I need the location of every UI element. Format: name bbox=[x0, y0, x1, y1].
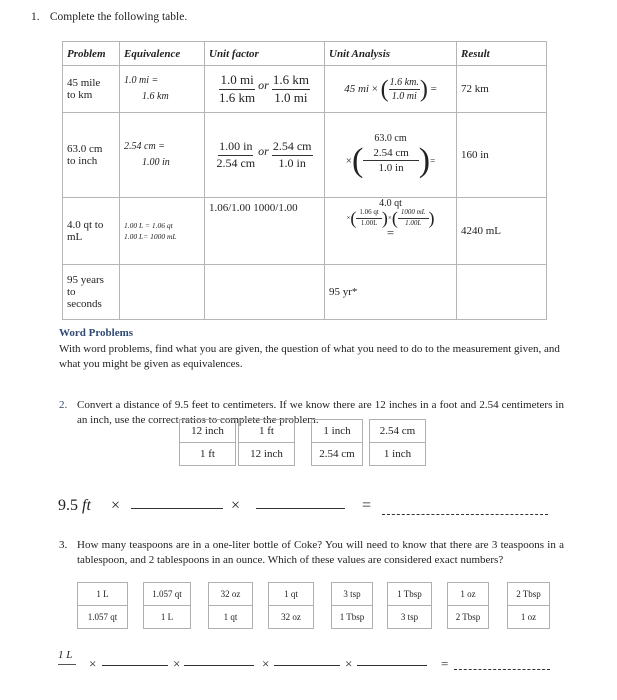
answer-blank[interactable] bbox=[131, 508, 223, 509]
answer-blank[interactable] bbox=[274, 665, 340, 666]
ratio-card[interactable]: 1.057 qt 1 L bbox=[143, 582, 191, 629]
header-problem: Problem bbox=[62, 41, 120, 66]
question-text: Complete the following table. bbox=[49, 11, 188, 23]
table-row: 95 years to seconds 95 yr* bbox=[62, 264, 547, 320]
equivalence-cell[interactable]: 1.00 L = 1.06 qt 1.00 L= 1000 mL bbox=[119, 197, 205, 265]
equals-symbol: = bbox=[441, 656, 449, 671]
table-row: 45 mile to km 1.0 mi = 1.6 km 1.0 mi 1.6… bbox=[62, 65, 547, 113]
unit-factor-a: 1.00 in 2.54 cm bbox=[216, 139, 256, 170]
section-intro: With word problems, find what you are gi… bbox=[59, 343, 560, 370]
times-symbol: × bbox=[231, 497, 241, 514]
question-number: 2. bbox=[59, 399, 68, 411]
fraction-bar bbox=[58, 664, 76, 665]
section-heading: Word Problems bbox=[59, 327, 134, 339]
unit-analysis-cell[interactable]: 95 yr* bbox=[324, 264, 457, 320]
ratio-card[interactable]: 3 tsp 1 Tbsp bbox=[331, 582, 373, 629]
result-cell[interactable]: 160 in bbox=[456, 112, 547, 198]
answer-blank[interactable] bbox=[256, 508, 345, 509]
ratio-card[interactable]: 1 ft 12 inch bbox=[238, 419, 295, 466]
result-blank[interactable] bbox=[382, 514, 548, 515]
question-1-prompt: 1. Complete the following table. bbox=[31, 11, 187, 23]
question-text: How many teaspoons are in a one-liter bo… bbox=[77, 539, 564, 566]
ratio-card[interactable]: 2 Tbsp 1 oz bbox=[507, 582, 550, 629]
times-symbol: × bbox=[345, 656, 353, 671]
result-cell[interactable]: 4240 mL bbox=[456, 197, 547, 265]
unit-factor-a: 1.0 mi 1.6 km bbox=[219, 72, 256, 105]
equation-start: 1 L bbox=[58, 649, 73, 661]
answer-blank[interactable] bbox=[184, 665, 254, 666]
equivalence-cell[interactable]: 2.54 cm = 1.00 in bbox=[119, 112, 205, 198]
problem-cell[interactable]: 4.0 qt to mL bbox=[62, 197, 120, 265]
table-row: 63.0 cm to inch 2.54 cm = 1.00 in 1.00 i… bbox=[62, 112, 547, 198]
problem-cell[interactable]: 63.0 cm to inch bbox=[62, 112, 120, 198]
table-header-row: Problem Equivalence Unit factor Unit Ana… bbox=[62, 41, 547, 66]
question-number: 3. bbox=[59, 539, 68, 551]
header-unit-factor: Unit factor bbox=[204, 41, 325, 66]
times-symbol: × bbox=[89, 656, 97, 671]
question-number: 1. bbox=[31, 11, 40, 23]
result-blank[interactable] bbox=[454, 669, 550, 670]
unit-factor-cell[interactable]: 1.0 mi 1.6 km or 1.6 km 1.0 mi bbox=[204, 65, 325, 113]
unit-factor-b: 2.54 cm 1.0 in bbox=[271, 139, 313, 170]
ratio-card[interactable]: 1 L 1.057 qt bbox=[77, 582, 128, 629]
question-3-prompt: 3. How many teaspoons are in a one-liter… bbox=[59, 538, 564, 568]
equivalence-cell[interactable]: 1.0 mi = 1.6 km bbox=[119, 65, 205, 113]
header-result: Result bbox=[456, 41, 547, 66]
ratio-card[interactable]: 1 oz 2 Tbsp bbox=[447, 582, 489, 629]
answer-blank[interactable] bbox=[357, 665, 427, 666]
ratio-card[interactable]: 2.54 cm 1 inch bbox=[369, 419, 426, 466]
equals-symbol: = bbox=[362, 497, 372, 514]
table-row: 4.0 qt to mL 1.00 L = 1.06 qt 1.00 L= 10… bbox=[62, 197, 547, 265]
header-equivalence: Equivalence bbox=[119, 41, 205, 66]
header-unit-analysis: Unit Analysis bbox=[324, 41, 457, 66]
unit-factor-cell[interactable] bbox=[204, 264, 325, 320]
unit-analysis-cell[interactable]: 63.0 cm × ( 2.54 cm 1.0 in ) = bbox=[324, 112, 457, 198]
unit-factor-b: 1.6 km 1.0 mi bbox=[271, 72, 310, 105]
equivalence-cell[interactable] bbox=[119, 264, 205, 320]
unit-factor-cell[interactable]: 1.00 in 2.54 cm or 2.54 cm 1.0 in bbox=[204, 112, 325, 198]
unit-analysis-cell[interactable]: 45 mi × ( 1.6 km. 1.0 mi ) = bbox=[324, 65, 457, 113]
equation-start: 9.5 ft bbox=[58, 497, 91, 514]
result-cell[interactable]: 72 km bbox=[456, 65, 547, 113]
ratio-card[interactable]: 1 inch 2.54 cm bbox=[311, 419, 363, 466]
ratio-card[interactable]: 1 qt 32 oz bbox=[268, 582, 314, 629]
answer-blank[interactable] bbox=[102, 665, 168, 666]
ratio-card[interactable]: 32 oz 1 qt bbox=[208, 582, 253, 629]
ratio-card[interactable]: 1 Tbsp 3 tsp bbox=[387, 582, 432, 629]
unit-analysis-cell[interactable]: 4.0 qt × ( 1.06 qt 1.00L ) × ( 1000 mL 1… bbox=[324, 197, 457, 265]
ratio-card[interactable]: 12 inch 1 ft bbox=[179, 419, 236, 466]
conversion-table: Problem Equivalence Unit factor Unit Ana… bbox=[62, 41, 547, 320]
unit-factor-cell[interactable]: 1.06/1.00 1000/1.00 bbox=[204, 197, 325, 265]
problem-cell[interactable]: 95 years to seconds bbox=[62, 264, 120, 320]
times-symbol: × bbox=[173, 656, 181, 671]
result-cell[interactable] bbox=[456, 264, 547, 320]
problem-cell[interactable]: 45 mile to km bbox=[62, 65, 120, 113]
times-symbol: × bbox=[262, 656, 270, 671]
times-symbol: × bbox=[111, 497, 121, 514]
